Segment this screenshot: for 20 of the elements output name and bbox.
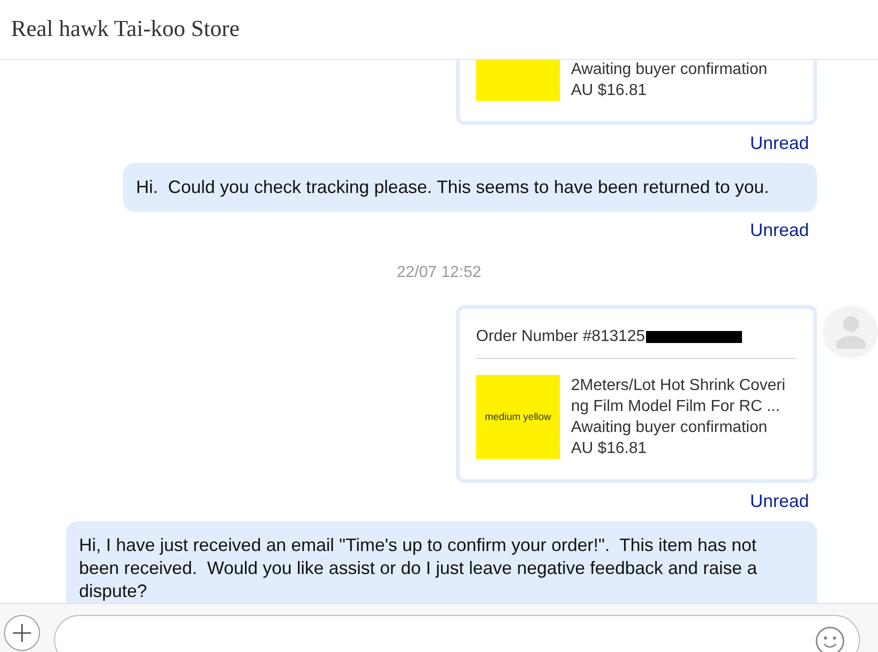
order-number: Order Number #813125 — [476, 327, 645, 347]
image-label: medium yellow — [484, 410, 552, 424]
message-bubble: Hi, I have just received an email "Time's up to confirm your order!". This item has not been received. Would you like assist or do I just leave negative feedback and raise a dispute? — [66, 521, 817, 603]
smiley-icon[interactable] — [815, 626, 845, 652]
order-card[interactable]: Order Number #813125 medium yellow 2Meters/Lot Hot Shrink Covering Film Model Film For RC ... Awaiting buyer confirmation AU $16.81 — [456, 305, 817, 483]
read-status: Unread — [750, 219, 809, 242]
order-status: Awaiting buyer confirmation — [571, 418, 768, 438]
store-title: Real hawk Tai-koo Store — [11, 15, 240, 44]
order-status: Awaiting buyer confirmation — [571, 60, 768, 80]
message-bubble: Hi. Could you check tracking please. This seems to have been returned to you. — [122, 163, 817, 212]
read-status: Unread — [750, 490, 809, 513]
plus-icon — [12, 623, 32, 643]
read-status: Unread — [750, 132, 809, 155]
order-price: AU $16.81 — [571, 81, 648, 101]
add-button[interactable] — [4, 615, 40, 651]
product-title[interactable]: 2Meters/Lot Hot Shrink Covering Film Model Film For RC ... — [571, 375, 791, 417]
order-price: AU $16.81 — [571, 439, 648, 459]
order-card[interactable]: Awaiting buyer confirmation AU $16.81 — [456, 60, 817, 125]
message-input[interactable] — [54, 615, 860, 652]
timestamp: 22/07 12:52 — [396, 263, 482, 283]
